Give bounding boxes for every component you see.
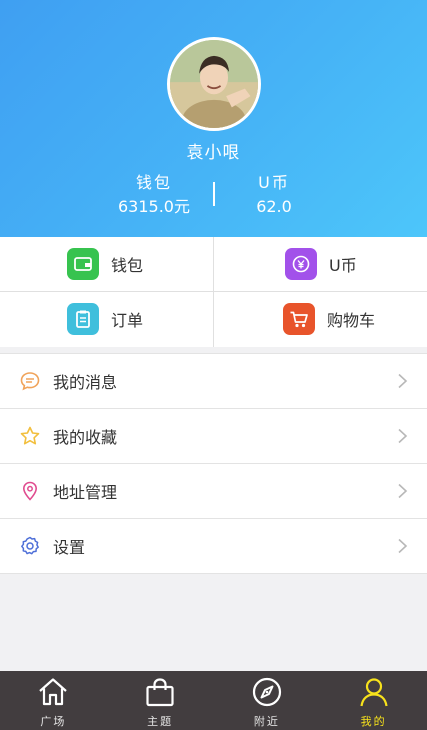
bottom-tab-bar: 广场 主题 附近 我的 [0, 671, 427, 730]
tab-label: 我的 [360, 715, 387, 728]
chevron-right-icon [398, 428, 408, 444]
bag-icon [146, 678, 174, 707]
avatar[interactable] [167, 37, 261, 131]
profile-header: 袁小哏 钱包 6315.0元 U币 62.0 [0, 0, 427, 237]
menu-item-label: 我的收藏 [53, 428, 118, 447]
grid-item-coin[interactable]: U币 [285, 237, 427, 291]
menu-item-address[interactable]: 地址管理 [0, 464, 427, 519]
compass-icon [252, 677, 281, 707]
coin-stat-value: 62.0 [256, 197, 292, 216]
chevron-right-icon [398, 483, 408, 499]
menu-item-messages[interactable]: 我的消息 [0, 354, 427, 409]
username: 袁小哏 [186, 143, 241, 163]
grid-item-label: 订单 [111, 311, 144, 330]
coin-icon [285, 248, 317, 280]
home-icon [39, 678, 68, 706]
grid-item-wallet[interactable]: 钱包 [67, 237, 280, 291]
shortcut-grid: 钱包 U币 订单 购物车 [0, 237, 427, 347]
cart-icon [283, 303, 315, 335]
tab-square[interactable]: 广场 [0, 671, 107, 730]
tab-label: 广场 [40, 715, 67, 728]
tab-nearby[interactable]: 附近 [214, 671, 321, 730]
grid-item-order[interactable]: 订单 [67, 292, 280, 346]
location-icon [19, 480, 41, 502]
tab-label: 附近 [253, 715, 280, 728]
tab-topics[interactable]: 主题 [107, 671, 214, 730]
grid-item-label: 购物车 [327, 311, 376, 330]
menu-item-label: 我的消息 [53, 373, 118, 392]
menu-list: 我的消息 我的收藏 地址管理 设置 [0, 353, 427, 574]
settings-icon [19, 535, 41, 557]
coin-stat-label: U币 [258, 173, 290, 192]
chevron-right-icon [398, 538, 408, 554]
order-icon [67, 303, 99, 335]
grid-item-label: 钱包 [111, 256, 144, 275]
star-icon [19, 425, 41, 447]
menu-item-label: 地址管理 [53, 483, 118, 502]
chevron-right-icon [398, 373, 408, 389]
grid-item-cart[interactable]: 购物车 [283, 292, 427, 346]
wallet-icon [67, 248, 99, 280]
grid-item-label: U币 [329, 256, 357, 275]
menu-item-favorites[interactable]: 我的收藏 [0, 409, 427, 464]
tab-label: 主题 [147, 715, 174, 728]
message-icon [19, 370, 41, 392]
tab-mine[interactable]: 我的 [320, 671, 427, 730]
menu-item-label: 设置 [53, 538, 86, 557]
coin-stat[interactable]: U币 62.0 [199, 173, 349, 218]
user-icon [360, 678, 388, 707]
menu-item-settings[interactable]: 设置 [0, 519, 427, 574]
